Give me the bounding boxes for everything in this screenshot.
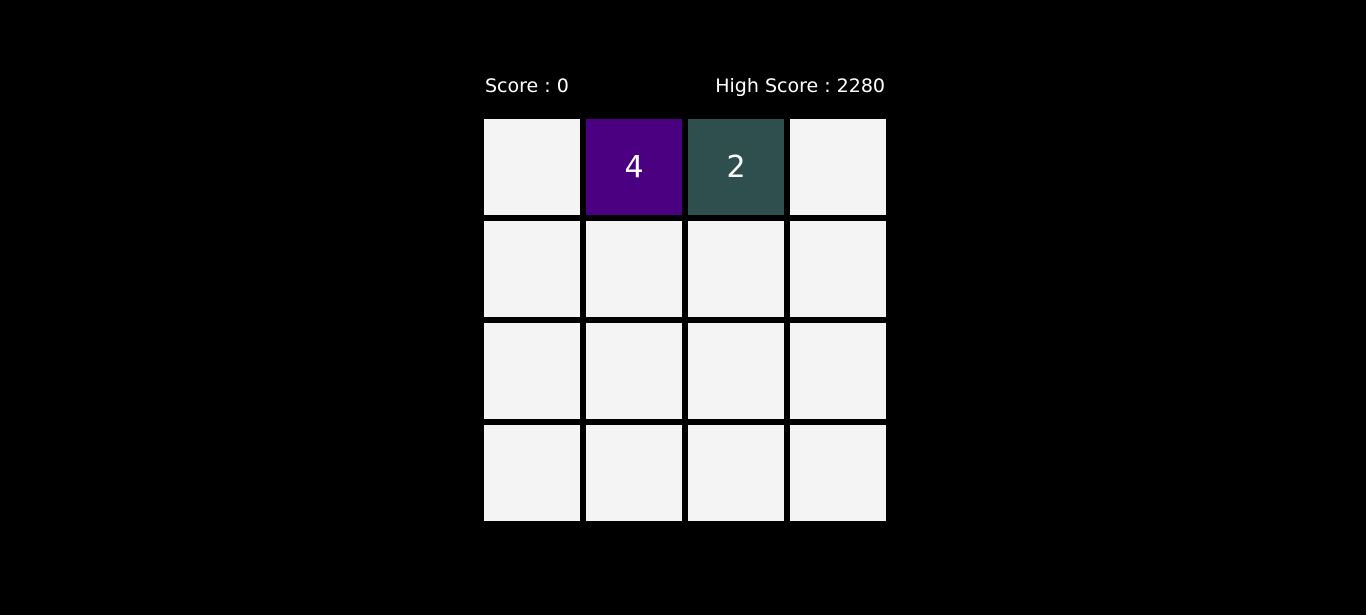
score-bar: Score : 0 High Score : 2280 [484,70,886,102]
tile-r3-c0 [484,425,580,521]
tile-r2-c2 [688,323,784,419]
tile-r1-c1 [586,221,682,317]
tile-r0-c1: 4 [586,119,682,215]
tile-r2-c3 [790,323,886,419]
tile-r1-c0 [484,221,580,317]
game-container: Score : 0 High Score : 2280 4 2 [484,70,886,521]
game-board[interactable]: 4 2 [484,119,886,521]
tile-r3-c2 [688,425,784,521]
score-display: Score : 0 [485,75,569,97]
tile-r2-c1 [586,323,682,419]
tile-r1-c2 [688,221,784,317]
tile-r0-c2: 2 [688,119,784,215]
tile-r3-c3 [790,425,886,521]
tile-r0-c3 [790,119,886,215]
tile-r1-c3 [790,221,886,317]
tile-r0-c0 [484,119,580,215]
tile-r2-c0 [484,323,580,419]
tile-r3-c1 [586,425,682,521]
high-score-display: High Score : 2280 [715,75,885,97]
